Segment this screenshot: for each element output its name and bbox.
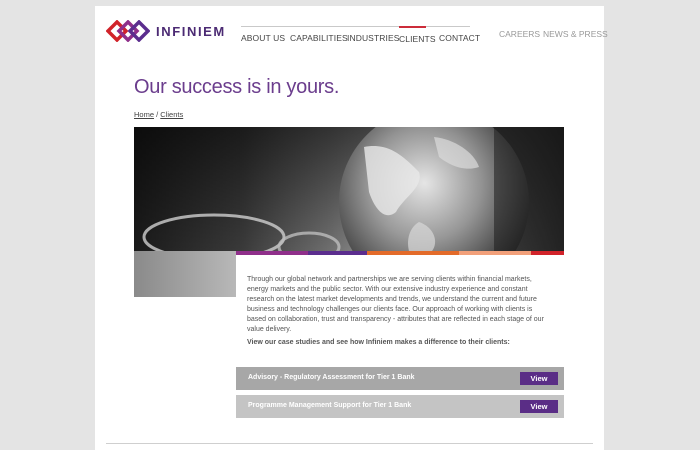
case-study-row[interactable]: Advisory - Regulatory Assessment for Tie… xyxy=(236,367,564,390)
nav-industries[interactable]: INDUSTRIES xyxy=(347,26,399,53)
case-studies-cta: View our case studies and see how Infini… xyxy=(247,339,510,346)
nav-contact[interactable]: CONTACT xyxy=(439,26,480,53)
accent-color-bar xyxy=(236,251,564,255)
accent-segment-purple xyxy=(308,251,368,255)
page-container: INFINIEM ABOUT US CAPABILITIES INDUSTRIE… xyxy=(95,6,608,450)
case-study-title: Advisory - Regulatory Assessment for Tie… xyxy=(248,374,415,381)
infinity-logo-icon xyxy=(106,20,150,42)
breadcrumb: Home / Clients xyxy=(134,110,183,119)
breadcrumb-home-link[interactable]: Home xyxy=(134,110,154,119)
brand-logo[interactable]: INFINIEM xyxy=(106,20,226,42)
intro-paragraph: Through our global network and partnersh… xyxy=(247,276,544,333)
accent-segment-magenta xyxy=(236,251,309,255)
nav-clients[interactable]: CLIENTS xyxy=(399,26,436,54)
hero-image xyxy=(134,127,564,251)
accent-segment-red xyxy=(531,251,564,255)
accent-segment-orange xyxy=(367,251,460,255)
breadcrumb-clients-link[interactable]: Clients xyxy=(160,110,183,119)
nav-news-press[interactable]: NEWS & PRESS xyxy=(543,29,608,39)
nav-capabilities[interactable]: CAPABILITIES xyxy=(290,26,348,53)
page-title: Our success is in yours. xyxy=(134,76,340,98)
globe-photo-icon xyxy=(134,127,564,251)
nav-careers[interactable]: CAREERS xyxy=(499,29,540,39)
case-study-row[interactable]: Programme Management Support for Tier 1 … xyxy=(236,395,564,418)
view-case-study-button[interactable]: View xyxy=(520,400,558,413)
view-case-study-button[interactable]: View xyxy=(520,372,558,385)
case-study-title: Programme Management Support for Tier 1 … xyxy=(248,402,412,409)
hero-image-lower xyxy=(134,251,236,297)
accent-segment-peach xyxy=(459,251,532,255)
footer-divider xyxy=(106,443,593,444)
nav-about-us[interactable]: ABOUT US xyxy=(241,26,285,53)
main-nav: ABOUT US CAPABILITIES INDUSTRIES CLIENTS… xyxy=(241,26,480,47)
brand-name: INFINIEM xyxy=(156,23,226,39)
